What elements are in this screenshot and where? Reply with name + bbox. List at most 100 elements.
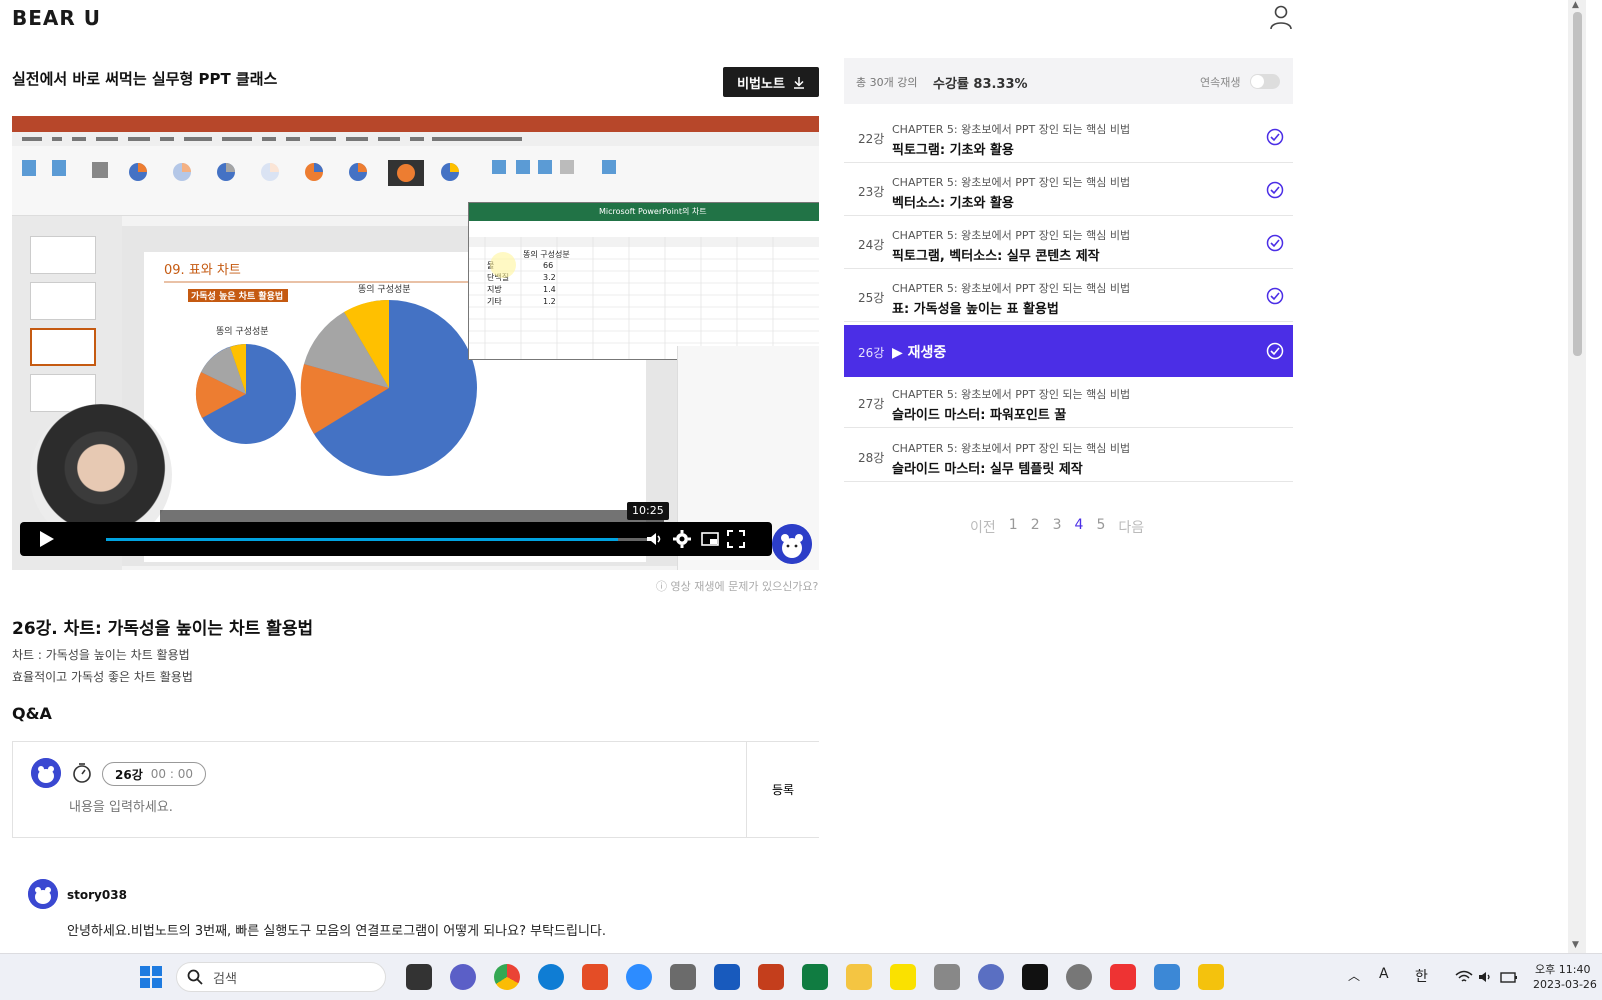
secret-note-button[interactable]: 비법노트 <box>723 67 819 97</box>
timestamp-lecture: 26강 <box>115 767 143 782</box>
excel-title: Microsoft PowerPoint의 차트 <box>599 207 707 216</box>
powerpoint-icon[interactable] <box>758 964 784 990</box>
tray-font-indicator[interactable]: A <box>1379 966 1389 982</box>
pager-page[interactable]: 5 <box>1096 517 1105 537</box>
scrollbar-thumb[interactable] <box>1573 12 1582 356</box>
qna-input[interactable] <box>69 800 669 815</box>
now-playing-text: 재생중 <box>907 345 947 361</box>
lesson-name: 슬라이드 마스터: 파워포인트 꿀 <box>892 408 1067 423</box>
lesson-item[interactable]: 23강 CHAPTER 5: 왕초보에서 PPT 장인 되는 핵심 비법 벡터소… <box>844 164 1293 216</box>
lesson-chapter: CHAPTER 5: 왕초보에서 PPT 장인 되는 핵심 비법 <box>892 123 1131 136</box>
file-explorer-icon[interactable] <box>846 964 872 990</box>
task-view-icon[interactable] <box>406 964 432 990</box>
lesson-name: 표: 가독성을 높이는 표 활용법 <box>892 302 1059 317</box>
excel-cell: 1.4 <box>543 285 556 294</box>
pager-page[interactable]: 1 <box>1009 517 1018 537</box>
lesson-number: 24강 <box>858 238 885 252</box>
lecture-desc: 차트 : 가독성을 높이는 차트 활용법 <box>12 648 190 662</box>
windows-start-icon[interactable] <box>138 964 164 990</box>
lesson-item[interactable]: 24강 CHAPTER 5: 왕초보에서 PPT 장인 되는 핵심 비법 픽토그… <box>844 217 1293 269</box>
avatar <box>31 758 61 788</box>
clock-date[interactable]: 2023-03-26 <box>1533 978 1597 991</box>
slide-title: 09. 표와 차트 <box>164 263 241 278</box>
lesson-item[interactable]: 25강 CHAPTER 5: 왕초보에서 PPT 장인 되는 핵심 비법 표: … <box>844 270 1293 322</box>
taskbar-search[interactable]: 검색 <box>176 962 386 992</box>
lesson-number: 22강 <box>858 132 885 146</box>
progress-fill <box>106 538 618 541</box>
excel-grid: 똥의 구성성분 물 66 단백질 3.2 지방 1.4 기타 1.2 <box>469 237 819 359</box>
play-icon[interactable] <box>40 531 54 547</box>
video-player[interactable]: 09. 표와 차트 가독성 높은 차트 활용법 똥의 구성성분 똥의 구성성분 … <box>12 116 819 570</box>
kakaotalk-icon[interactable] <box>890 964 916 990</box>
battery-icon[interactable] <box>1499 969 1519 985</box>
microphone-icon[interactable] <box>934 964 960 990</box>
chrome-icon[interactable] <box>494 964 520 990</box>
completion-rate: 수강률 83.33% <box>933 77 1028 92</box>
lecture-title: 26강. 차트: 가독성을 높이는 차트 활용법 <box>12 619 314 639</box>
autoplay-toggle[interactable] <box>1250 74 1280 89</box>
chart-left-title: 똥의 구성성분 <box>216 326 269 337</box>
calculator-icon[interactable] <box>670 964 696 990</box>
timestamp-time: 00 : 00 <box>150 767 193 781</box>
qna-submit-button[interactable]: 등록 <box>746 742 819 837</box>
settings-gear-icon[interactable] <box>1066 964 1092 990</box>
excel-cell: 기타 <box>487 297 502 306</box>
pager-page-current[interactable]: 4 <box>1075 517 1084 537</box>
comment-username: story038 <box>67 888 127 902</box>
excel-cell: 3.2 <box>543 273 556 282</box>
pip-icon[interactable] <box>700 529 720 549</box>
chat-icon[interactable] <box>450 964 476 990</box>
lesson-number: 23강 <box>858 185 885 199</box>
bearu-logo[interactable]: BEAR U <box>12 6 101 30</box>
snipping-tool-icon[interactable] <box>1110 964 1136 990</box>
lesson-name: 픽토그램: 기초와 활용 <box>892 143 1014 158</box>
tray-language-indicator[interactable]: 한 <box>1415 966 1428 986</box>
volume-icon[interactable] <box>644 529 664 549</box>
user-icon[interactable] <box>1269 4 1293 30</box>
notepad-icon[interactable] <box>1154 964 1180 990</box>
lesson-name: 슬라이드 마스터: 실무 템플릿 제작 <box>892 462 1083 477</box>
pager-page[interactable]: 3 <box>1053 517 1062 537</box>
check-circle-icon <box>1266 181 1284 199</box>
pager-page[interactable]: 2 <box>1031 517 1040 537</box>
lesson-list-header: 총 30개 강의 수강률 83.33% 연속재생 <box>844 58 1293 104</box>
pager-prev[interactable]: 이전 <box>970 517 996 537</box>
timer-icon[interactable] <box>71 762 93 784</box>
wifi-icon[interactable] <box>1455 969 1473 985</box>
app-icon[interactable] <box>582 964 608 990</box>
scroll-up-icon[interactable]: ▲ <box>1572 0 1579 10</box>
sticky-notes-icon[interactable] <box>1198 964 1224 990</box>
pycharm-icon[interactable] <box>1022 964 1048 990</box>
excel-icon[interactable] <box>802 964 828 990</box>
page-scrollbar[interactable]: ▲ ▼ <box>1568 0 1586 953</box>
comment-body: 안녕하세요.비법노트의 3번째, 빠른 실행도구 모음의 연결프로그램이 어떻게… <box>67 924 607 939</box>
tray-chevron-icon[interactable]: ︿ <box>1348 967 1360 984</box>
progress-bar[interactable] <box>106 538 656 541</box>
pager-next[interactable]: 다음 <box>1118 517 1144 537</box>
scroll-down-icon[interactable]: ▼ <box>1572 940 1579 950</box>
edge-icon[interactable] <box>538 964 564 990</box>
slide-thumbnail <box>30 282 96 320</box>
lesson-item[interactable]: 22강 CHAPTER 5: 왕초보에서 PPT 장인 되는 핵심 비법 픽토그… <box>844 111 1293 163</box>
lesson-item[interactable]: 27강 CHAPTER 5: 왕초보에서 PPT 장인 되는 핵심 비법 슬라이… <box>844 376 1293 428</box>
ppt-titlebar <box>12 116 819 132</box>
excel-cell: 지방 <box>487 284 502 294</box>
clock-time[interactable]: 오후 11:40 <box>1535 961 1590 977</box>
lesson-number: 25강 <box>858 291 885 305</box>
word-icon[interactable] <box>714 964 740 990</box>
chart-right-title: 똥의 구성성분 <box>358 284 411 295</box>
check-circle-icon <box>1266 234 1284 252</box>
app-r-icon[interactable] <box>978 964 1004 990</box>
lesson-number: 26강 <box>858 346 885 360</box>
lesson-item-active[interactable]: 26강 ▶ 재생중 <box>844 325 1293 377</box>
volume-tray-icon[interactable] <box>1477 969 1493 985</box>
timestamp-chip[interactable]: 26강 00 : 00 <box>102 762 206 786</box>
lesson-item[interactable]: 28강 CHAPTER 5: 왕초보에서 PPT 장인 되는 핵심 비법 슬라이… <box>844 430 1293 482</box>
video-controls <box>20 522 772 556</box>
video-help-link[interactable]: ⓘ 영상 재생에 문제가 있으신가요? <box>656 578 818 594</box>
excel-cell: 66 <box>543 261 553 270</box>
fullscreen-icon[interactable] <box>726 529 746 549</box>
settings-icon[interactable] <box>672 529 692 549</box>
lesson-chapter: CHAPTER 5: 왕초보에서 PPT 장인 되는 핵심 비법 <box>892 282 1131 295</box>
zoom-icon[interactable] <box>626 964 652 990</box>
